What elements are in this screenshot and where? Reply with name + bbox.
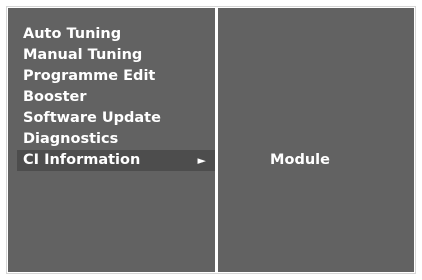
menu-item-software-update[interactable]: Software Update xyxy=(17,108,215,129)
menu-item-label: CI Information xyxy=(23,152,141,168)
menu-item-auto-tuning[interactable]: Auto Tuning xyxy=(17,24,215,45)
menu-item-label: Manual Tuning xyxy=(23,47,143,63)
submenu-item-label: Module xyxy=(270,152,330,168)
menu-item-label: Booster xyxy=(23,89,87,105)
panel-divider xyxy=(215,8,218,272)
submenu-item-module[interactable]: Module xyxy=(218,150,382,171)
arrow-right-icon: ► xyxy=(197,154,206,167)
main-menu: Auto Tuning Manual Tuning Programme Edit… xyxy=(17,24,215,171)
menu-item-manual-tuning[interactable]: Manual Tuning xyxy=(17,45,215,66)
menu-item-booster[interactable]: Booster xyxy=(17,87,215,108)
menu-item-label: Software Update xyxy=(23,110,161,126)
menu-item-ci-information[interactable]: CI Information ► xyxy=(17,150,215,171)
menu-item-label: Programme Edit xyxy=(23,68,156,84)
menu-item-label: Diagnostics xyxy=(23,131,119,147)
menu-item-diagnostics[interactable]: Diagnostics xyxy=(17,129,215,150)
menu-item-programme-edit[interactable]: Programme Edit xyxy=(17,66,215,87)
menu-item-label: Auto Tuning xyxy=(23,26,122,42)
settings-menu-panel: Auto Tuning Manual Tuning Programme Edit… xyxy=(6,6,416,274)
